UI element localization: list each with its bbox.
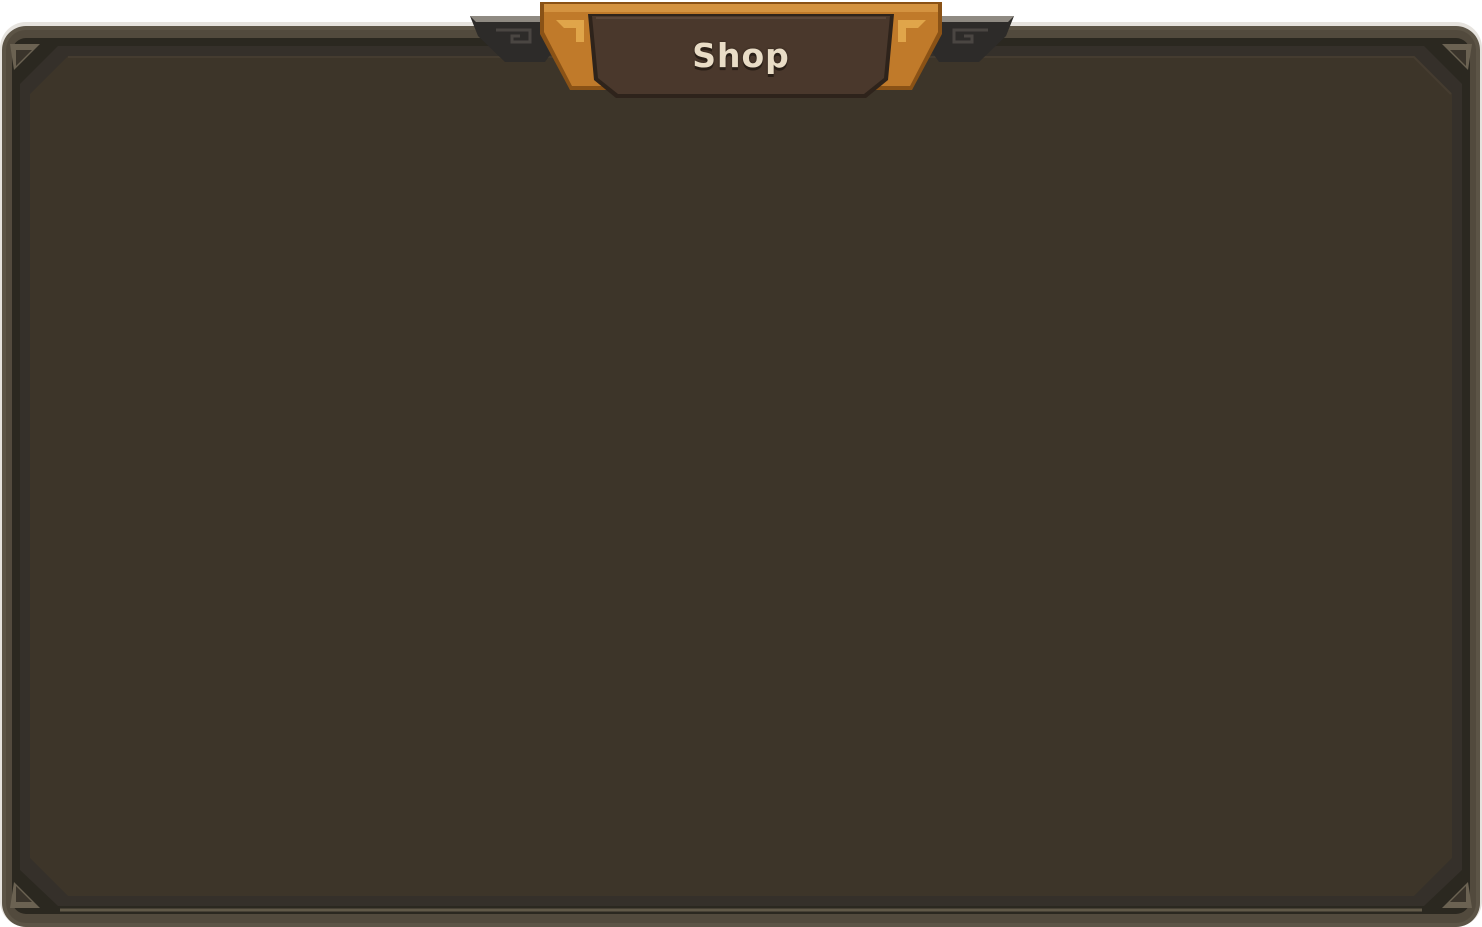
window-title: Shop [692, 36, 790, 75]
shop-window: Shop [0, 0, 1482, 927]
shop-content-area [30, 58, 1452, 894]
